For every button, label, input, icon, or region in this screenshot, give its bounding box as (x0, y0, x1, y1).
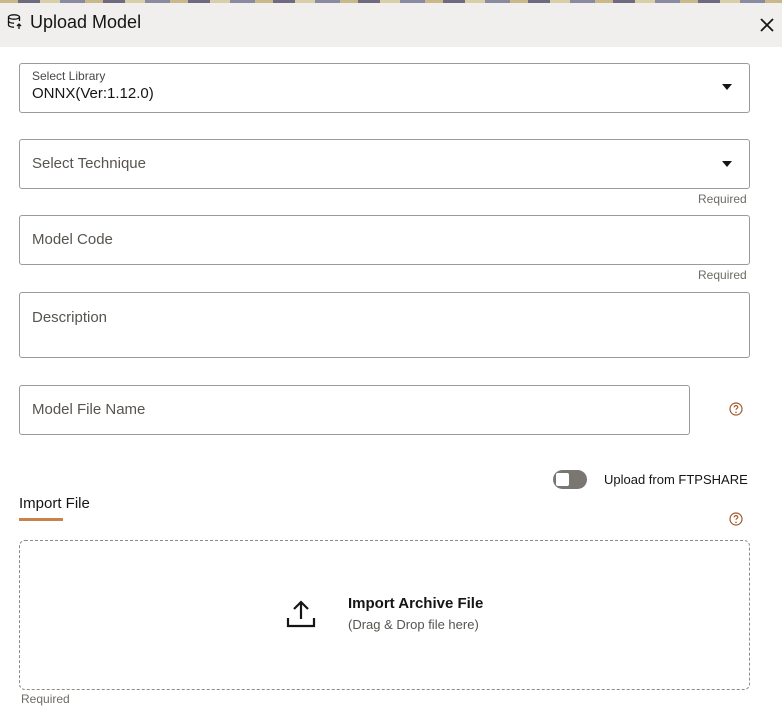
chevron-down-icon (722, 84, 732, 90)
toggle-knob (556, 473, 569, 486)
database-upload-icon (7, 14, 22, 29)
tab-active-indicator (19, 518, 63, 521)
model-code-input[interactable]: Model Code (19, 215, 750, 265)
select-library-value: ONNX(Ver:1.12.0) (32, 85, 154, 102)
import-archive-dropzone[interactable]: Import Archive File (Drag & Drop file he… (19, 540, 750, 690)
dropzone-subtitle: (Drag & Drop file here) (348, 617, 479, 632)
close-icon[interactable] (759, 17, 775, 33)
upload-icon (286, 600, 316, 628)
model-file-name-input[interactable]: Model File Name (19, 385, 690, 435)
select-library-dropdown[interactable]: Select Library ONNX(Ver:1.12.0) (19, 63, 750, 113)
technique-required-text: Required (698, 192, 747, 206)
tab-import-file[interactable]: Import File (19, 495, 90, 512)
model-code-required-text: Required (698, 268, 747, 282)
select-technique-placeholder: Select Technique (32, 155, 146, 172)
dialog-title: Upload Model (30, 12, 142, 32)
select-technique-dropdown[interactable]: Select Technique (19, 139, 750, 189)
dropzone-title: Import Archive File (348, 595, 484, 612)
description-placeholder: Description (32, 309, 108, 326)
dialog-header: Upload Model (0, 3, 782, 47)
model-file-name-placeholder: Model File Name (32, 401, 146, 418)
chevron-down-icon (722, 161, 732, 167)
select-library-label: Select Library (32, 69, 106, 83)
help-icon[interactable] (729, 512, 743, 526)
model-code-placeholder: Model Code (32, 231, 113, 248)
help-icon[interactable] (729, 402, 743, 416)
ftpshare-toggle-label: Upload from FTPSHARE (604, 472, 748, 487)
ftpshare-toggle[interactable] (553, 470, 587, 489)
import-required-text: Required (21, 692, 70, 706)
description-textarea[interactable]: Description (19, 292, 750, 358)
